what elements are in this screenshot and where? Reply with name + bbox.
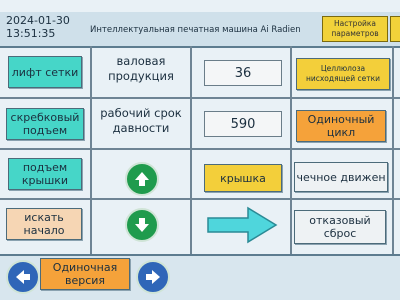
lid-lift-button[interactable]: подъем крышки <box>8 158 82 190</box>
fault-reset-label: отказовый сброс <box>309 214 371 240</box>
find-start-label: искать начало <box>23 211 65 237</box>
arrow-left-icon <box>16 270 30 284</box>
work-period-label: рабочий срок давности <box>100 106 182 135</box>
grid-divider <box>0 198 400 200</box>
gross-production-value: 36 <box>204 60 282 86</box>
grid-divider <box>392 46 394 256</box>
date-text: 2024-01-30 <box>6 14 70 27</box>
cellulose-net-button[interactable]: Целлюлоза нисходящей сетки <box>296 58 390 90</box>
hmi-screen: 2024-01-30 13:51:35 Интеллектуальная печ… <box>0 0 400 300</box>
find-start-button[interactable]: искать начало <box>6 208 82 240</box>
lid-label: крышка <box>220 171 266 185</box>
extra-button[interactable] <box>390 16 400 42</box>
motion-label: чечное движен <box>296 170 386 184</box>
grid-divider <box>90 46 92 256</box>
grid-divider <box>290 46 292 256</box>
grid-divider <box>190 46 192 256</box>
right-arrow-icon <box>206 205 278 245</box>
lift-net-button[interactable]: лифт сетки <box>8 56 82 88</box>
motion-button[interactable]: чечное движен <box>294 162 388 192</box>
datetime-display: 2024-01-30 13:51:35 <box>6 14 70 40</box>
grid-divider <box>0 97 400 99</box>
work-period-number: 590 <box>230 116 256 132</box>
params-button-label: Настройка параметров <box>331 19 379 38</box>
gross-production-label: валовая продукция <box>108 54 174 83</box>
params-button[interactable]: Настройка параметров <box>322 16 388 42</box>
arrow-down-icon <box>135 218 149 232</box>
header-bar: 2024-01-30 13:51:35 Интеллектуальная печ… <box>0 12 400 48</box>
work-period-value: 590 <box>204 111 282 137</box>
fault-reset-button[interactable]: отказовый сброс <box>294 210 386 244</box>
up-arrow-button[interactable] <box>125 162 159 196</box>
lid-lift-label: подъем крышки <box>21 161 69 187</box>
time-text: 13:51:35 <box>6 27 56 40</box>
gross-production-number: 36 <box>234 65 252 81</box>
down-arrow-button[interactable] <box>125 208 159 242</box>
scraper-lift-label: скребковый подъем <box>10 111 80 137</box>
arrow-right-icon <box>146 270 160 284</box>
cellulose-net-label: Целлюлоза нисходящей сетки <box>305 64 381 83</box>
single-version-button[interactable]: Одиночная версия <box>40 258 130 290</box>
scraper-lift-button[interactable]: скребковый подъем <box>6 108 84 140</box>
single-cycle-label: Одиночный цикл <box>307 113 375 139</box>
grid-divider <box>0 148 400 150</box>
arrow-up-icon <box>135 172 149 186</box>
lid-button[interactable]: крышка <box>204 164 282 192</box>
lift-net-label: лифт сетки <box>11 65 79 79</box>
next-page-button[interactable] <box>136 260 170 294</box>
single-version-label: Одиночная версия <box>52 261 118 287</box>
prev-page-button[interactable] <box>6 260 40 294</box>
single-cycle-button[interactable]: Одиночный цикл <box>296 110 386 142</box>
machine-title: Интеллектуальная печатная машина Ai Radi… <box>90 25 301 35</box>
